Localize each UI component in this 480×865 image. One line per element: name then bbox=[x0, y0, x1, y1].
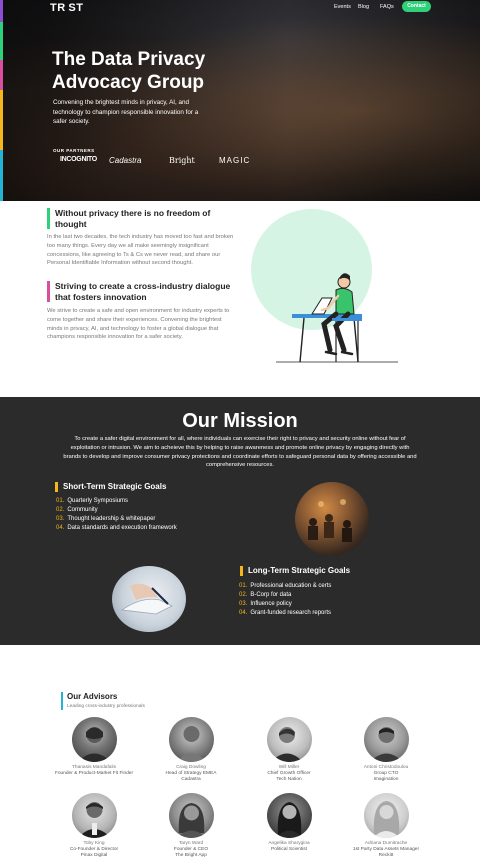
site-logo[interactable]: TR ST bbox=[50, 2, 83, 14]
long-term-heading: Long-Term Strategic Goals bbox=[240, 566, 351, 576]
person-laptop-illustration bbox=[276, 273, 398, 363]
avatar bbox=[71, 717, 117, 762]
advisor-card[interactable]: Taryn Ward Founder & CEO The Bright App bbox=[146, 793, 236, 859]
goal-item: 04. Grant-funded research reports bbox=[239, 610, 332, 616]
long-term-goals-list: 01. Professional education & certs 02. B-C… bbox=[239, 582, 331, 618]
advisor-card[interactable]: Craig Dowling Head of Strategy EMEA Cada… bbox=[146, 717, 236, 783]
mission-title: Our Mission bbox=[182, 410, 298, 432]
long-term-heading-text: Long-Term Strategic Goals bbox=[248, 566, 351, 575]
short-term-heading: Short-Term Strategic Goals bbox=[55, 482, 167, 492]
avatar bbox=[71, 793, 117, 838]
goal-item: 01. Quarterly Symposiums bbox=[56, 498, 129, 504]
symposium-photo bbox=[295, 482, 369, 556]
dialogue-heading: Striving to create a cross-industry dial… bbox=[47, 281, 237, 302]
goal-item: 03. Influence policy bbox=[239, 601, 292, 607]
heading-accent-bar bbox=[55, 482, 58, 492]
avatar bbox=[168, 793, 214, 838]
goal-item: 01. Professional education & certs bbox=[239, 583, 332, 589]
privacy-heading: Without privacy there is no freedom of t… bbox=[47, 208, 237, 229]
color-stripe bbox=[0, 150, 3, 201]
advisor-card[interactable]: Toby King Co-Founder & Director Pinax Di… bbox=[49, 793, 139, 859]
signing-photo bbox=[112, 566, 186, 632]
advisor-org: Cadastra bbox=[181, 777, 201, 782]
advisor-role: Founder & Product-Market Fit Finder bbox=[54, 771, 134, 776]
dialogue-heading-text: Striving to create a cross-industry dial… bbox=[55, 281, 231, 302]
partner-logo-bright: Bright bbox=[169, 156, 195, 165]
goal-item: 02. Community bbox=[56, 507, 98, 513]
pen-hand-icon bbox=[120, 583, 173, 615]
advisor-org: Tech Nation bbox=[276, 777, 302, 782]
avatar bbox=[363, 793, 409, 838]
advisors-subheading: Leading cross-industry professionals bbox=[67, 704, 145, 709]
heading-accent-bar bbox=[47, 208, 50, 229]
short-term-heading-text: Short-Term Strategic Goals bbox=[63, 482, 167, 491]
color-stripe bbox=[0, 22, 3, 60]
avatar bbox=[363, 717, 409, 762]
partner-logo-incognito: INCOGNITO bbox=[60, 156, 97, 163]
goal-item: 03. Thought leadership & whitepaper bbox=[56, 516, 156, 522]
dialogue-paragraph: We strive to create a safe and open envi… bbox=[47, 308, 230, 341]
mission-text: To create a safer digital environment fo… bbox=[63, 436, 417, 469]
advisor-card[interactable]: Adriana Dumitrache 1st Party Data Assets… bbox=[341, 793, 431, 859]
avatar bbox=[266, 793, 312, 838]
heading-accent-bar bbox=[47, 281, 50, 302]
partners-label: OUR PARTNERS bbox=[53, 148, 95, 153]
partner-logo-cadastra: Cadastra bbox=[109, 156, 142, 165]
privacy-paragraph: In the last two decades, the tech indust… bbox=[47, 234, 234, 267]
hero-title: The Data Privacy Advocacy Group bbox=[52, 49, 206, 93]
partner-logo-magic: MAGIC bbox=[219, 156, 251, 165]
advisors-heading: Our Advisors bbox=[61, 692, 118, 710]
color-stripe bbox=[0, 0, 3, 22]
crowd-icon bbox=[308, 499, 352, 542]
goal-item: 02. B-Corp for data bbox=[239, 592, 292, 598]
heading-accent-bar bbox=[240, 566, 243, 576]
short-term-goals-list: 01. Quarterly Symposiums 02. Community 03.… bbox=[56, 497, 177, 533]
nav-events[interactable]: Events bbox=[334, 4, 351, 10]
avatar bbox=[266, 717, 312, 762]
advisor-card[interactable]: Will Miller Chief Growth Officer Tech Na… bbox=[244, 717, 334, 783]
advisor-card[interactable]: Antoni Christodoulou Group CTO Imaginati… bbox=[341, 717, 431, 783]
advisor-org: The Bright App bbox=[175, 853, 207, 858]
nav-blog[interactable]: Blog bbox=[358, 4, 369, 10]
advisor-org: Pinax Digital bbox=[80, 853, 108, 858]
privacy-heading-text: Without privacy there is no freedom of t… bbox=[55, 208, 211, 229]
advisor-role: Political Scientist bbox=[271, 847, 307, 852]
advisor-card[interactable]: Angelika Sharygina Political Scientist bbox=[244, 793, 334, 853]
heading-accent-bar bbox=[61, 692, 63, 710]
advisor-org: Reckitt bbox=[378, 853, 394, 858]
goal-item: 04. Data standards and execution framewor… bbox=[56, 525, 177, 531]
logo-text: TR ST bbox=[50, 2, 84, 14]
hero-subtitle: Convening the brightest minds in privacy… bbox=[53, 99, 199, 125]
nav-faqs[interactable]: FAQs bbox=[380, 4, 394, 10]
advisors-heading-text: Our Advisors bbox=[67, 692, 118, 701]
advisor-card[interactable]: Thanasis Mandafalis Founder & Product-Ma… bbox=[49, 717, 139, 777]
advisor-org: Imagination bbox=[373, 777, 399, 782]
contact-button[interactable]: Contact bbox=[402, 1, 431, 12]
color-stripe bbox=[0, 60, 3, 90]
color-stripe bbox=[0, 90, 3, 150]
avatar bbox=[168, 717, 214, 762]
